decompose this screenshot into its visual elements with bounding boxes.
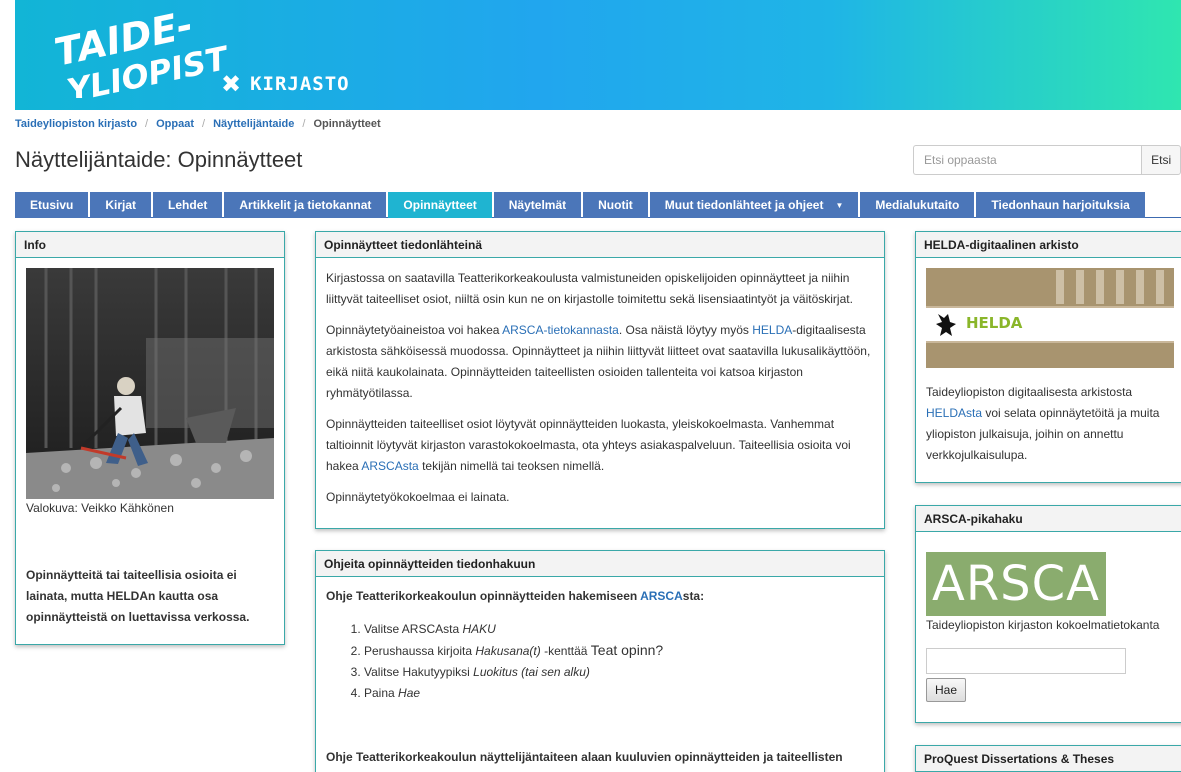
page-title: Näyttelijäntaide: Opinnäytteet — [15, 147, 303, 172]
guides-box: Ohjeita opinnäytteiden tiedonhakuun Ohje… — [315, 550, 885, 772]
tab-label: Nuotit — [598, 198, 633, 212]
library-label[interactable]: ✖ KIRJASTO — [221, 72, 350, 96]
info-box-title: Info — [16, 232, 284, 258]
tab-label: Kirjat — [105, 198, 137, 212]
tab-label: Näytelmät — [508, 198, 567, 212]
text: Taideyliopiston digitaalisesta arkistost… — [926, 385, 1133, 399]
arscasta-link[interactable]: ARSCAsta — [361, 459, 418, 473]
guide-step: Perushaussa kirjoita Hakusana(t) -kenttä… — [364, 640, 874, 662]
arsca-search-input[interactable] — [926, 648, 1126, 674]
tab-label: Muut tiedonlähteet ja ohjeet — [664, 198, 824, 212]
caret-down-icon: ▼ — [835, 200, 844, 210]
sources-paragraph-3: Opinnäytteiden taiteelliset osiot löytyv… — [326, 414, 874, 477]
tab-label: Etusivu — [30, 198, 74, 212]
breadcrumb: Taideyliopiston kirjasto / Oppaat / Näyt… — [15, 118, 381, 130]
tab-label: Opinnäytteet — [403, 198, 477, 212]
arsca-link[interactable]: ARSCA — [640, 589, 683, 603]
text: Opinnäytetyöaineistoa voi hakea — [326, 323, 503, 337]
tab-nuotit[interactable]: Nuotit — [583, 192, 648, 218]
guide-intro: Ohje Teatterikorkeakoulun opinnäytteiden… — [326, 589, 874, 603]
emphasis: Luokitus (tai sen alku) — [473, 665, 590, 679]
tab-kirjat[interactable]: Kirjat — [90, 192, 152, 218]
text: Perushaussa kirjoita — [364, 644, 476, 658]
guide-step: Valitse Hakutyypiksi Luokitus (tai sen a… — [364, 662, 874, 683]
info-note: Opinnäytteitä tai taiteellisia osioita e… — [26, 568, 250, 624]
guide-intro-2: Ohje Teatterikorkeakoulun näyttelijäntai… — [326, 750, 843, 764]
breadcrumb-separator: / — [302, 118, 306, 130]
tab-label: Artikkelit ja tietokannat — [239, 198, 372, 212]
helda-logo-text: HELDA — [966, 314, 1023, 332]
emphasis: Hakusana(t) — [475, 644, 541, 658]
text: tekijän nimellä tai teoksen nimellä. — [418, 459, 605, 473]
helda-description: Taideyliopiston digitaalisesta arkistost… — [926, 382, 1174, 466]
tab-label: Medialukutaito — [875, 198, 960, 212]
sources-paragraph-2: Opinnäytetyöaineistoa voi hakea ARSCA-ti… — [326, 320, 874, 404]
proquest-box-title: ProQuest Dissertations & Theses — [916, 746, 1181, 772]
tab-opinnaytteet[interactable]: Opinnäytteet — [388, 192, 492, 218]
proquest-box: ProQuest Dissertations & Theses — [915, 745, 1181, 772]
guides-box-title: Ohjeita opinnäytteiden tiedonhakuun — [316, 551, 884, 577]
text: . Osa näistä löytyy myös — [618, 323, 753, 337]
tab-artikkelit[interactable]: Artikkelit ja tietokannat — [224, 192, 387, 218]
text: Valitse ARSCAsta — [364, 622, 463, 636]
arsca-quicksearch-box: ARSCA-pikahaku ARSCA Taideyliopiston kir… — [915, 505, 1181, 723]
tab-muut-tiedonlahteet[interactable]: Muut tiedonlähteet ja ohjeet ▼ — [649, 192, 859, 218]
arsca-caption: Taideyliopiston kirjaston kokoelmatietok… — [926, 618, 1160, 632]
emphasis: HAKU — [462, 622, 496, 636]
info-box: Info Valokuva: Veikko Kähkönen Opinnäytt… — [15, 231, 285, 645]
search-button[interactable]: Etsi — [1141, 145, 1181, 175]
breadcrumb-current: Opinnäytteet — [313, 118, 381, 130]
helda-banner-image[interactable]: HELDA — [926, 268, 1174, 368]
tab-label: Tiedonhaun harjoituksia — [991, 198, 1130, 212]
search-term: Teat opinn? — [590, 642, 664, 658]
site-banner: TAIDE- YLIOPISTO ✖ KIRJASTO — [15, 0, 1181, 110]
guide-step: Valitse ARSCAsta HAKU — [364, 619, 874, 640]
text: Ohje Teatterikorkeakoulun opinnäytteiden… — [326, 589, 641, 603]
emphasis: Hae — [398, 686, 421, 700]
arsca-database-link[interactable]: ARSCA-tietokannasta — [502, 323, 619, 337]
tab-etusivu[interactable]: Etusivu — [15, 192, 89, 218]
guide-steps: Valitse ARSCAsta HAKU Perushaussa kirjoi… — [364, 619, 874, 704]
tab-medialukutaito[interactable]: Medialukutaito — [860, 192, 975, 218]
breadcrumb-item[interactable]: Oppaat — [156, 118, 194, 130]
sources-paragraph-4: Opinnäytetyökokoelmaa ei lainata. — [326, 490, 510, 504]
text: sta: — [682, 589, 705, 603]
x-icon: ✖ — [221, 70, 243, 98]
arsca-search-button[interactable]: Hae — [926, 678, 966, 702]
text: Paina — [364, 686, 399, 700]
guide-step: Paina Hae — [364, 683, 874, 704]
helda-box-title: HELDA-digitaalinen arkisto — [916, 232, 1181, 258]
helda-box: HELDA-digitaalinen arkisto HELDA Taideyl… — [915, 231, 1181, 483]
text: Valitse Hakutyypiksi — [364, 665, 474, 679]
guide-tabs: Etusivu Kirjat Lehdet Artikkelit ja tiet… — [15, 192, 1181, 218]
breadcrumb-item[interactable]: Taideyliopiston kirjasto — [15, 118, 137, 130]
library-label-text: KIRJASTO — [250, 73, 350, 95]
tab-tiedonhaun-harjoituksia[interactable]: Tiedonhaun harjoituksia — [976, 192, 1145, 218]
search-input[interactable] — [913, 145, 1142, 175]
breadcrumb-separator: / — [145, 118, 149, 130]
taideyliopisto-logo[interactable]: TAIDE- YLIOPISTO — [53, 8, 228, 98]
helda-link[interactable]: HELDA — [752, 323, 792, 337]
sources-paragraph-1: Kirjastossa on saatavilla Teatterikorkea… — [326, 271, 853, 306]
tab-naytelmat[interactable]: Näytelmät — [493, 192, 582, 218]
heldasta-link[interactable]: HELDAsta — [926, 406, 982, 420]
sources-box: Opinnäytteet tiedonlähteinä Kirjastossa … — [315, 231, 885, 529]
breadcrumb-separator: / — [202, 118, 206, 130]
arsca-box-title: ARSCA-pikahaku — [916, 506, 1181, 532]
actor-photo — [26, 268, 274, 499]
photo-caption: Valokuva: Veikko Kähkönen — [26, 501, 174, 515]
text: -kenttää — [540, 644, 591, 658]
sources-box-title: Opinnäytteet tiedonlähteinä — [316, 232, 884, 258]
guide-search: Etsi — [913, 145, 1181, 175]
tab-label: Lehdet — [168, 198, 208, 212]
tab-lehdet[interactable]: Lehdet — [153, 192, 223, 218]
arsca-logo[interactable]: ARSCA — [926, 552, 1106, 616]
breadcrumb-item[interactable]: Näyttelijäntaide — [213, 118, 294, 130]
